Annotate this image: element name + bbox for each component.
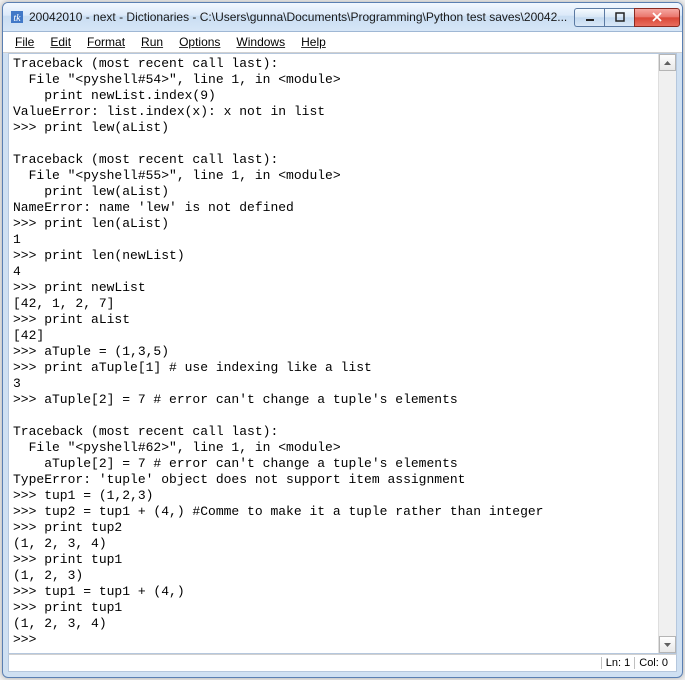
menu-run[interactable]: Run [133, 34, 171, 50]
maximize-button[interactable] [604, 8, 634, 27]
app-icon: tk [9, 9, 25, 25]
menu-format[interactable]: Format [79, 34, 133, 50]
scroll-down-button[interactable] [659, 636, 676, 653]
menu-file[interactable]: File [7, 34, 42, 50]
code-editor[interactable]: Traceback (most recent call last): File … [9, 54, 658, 653]
status-col: Col: 0 [634, 657, 672, 669]
svg-text:tk: tk [13, 13, 21, 24]
editor-frame: Traceback (most recent call last): File … [8, 53, 677, 654]
scroll-up-button[interactable] [659, 54, 676, 71]
menubar: File Edit Format Run Options Windows Hel… [3, 32, 682, 53]
minimize-button[interactable] [574, 8, 604, 27]
scroll-track[interactable] [659, 71, 676, 636]
titlebar[interactable]: tk 20042010 - next - Dictionaries - C:\U… [3, 3, 682, 32]
window-controls [574, 8, 680, 27]
menu-help[interactable]: Help [293, 34, 334, 50]
menu-edit[interactable]: Edit [42, 34, 79, 50]
window-title: 20042010 - next - Dictionaries - C:\User… [29, 10, 574, 24]
menu-options[interactable]: Options [171, 34, 228, 50]
status-line: Ln: 1 [601, 657, 634, 669]
idle-window: tk 20042010 - next - Dictionaries - C:\U… [2, 2, 683, 678]
vertical-scrollbar[interactable] [658, 54, 676, 653]
statusbar: Ln: 1 Col: 0 [8, 654, 677, 672]
close-button[interactable] [634, 8, 680, 27]
menu-windows[interactable]: Windows [228, 34, 293, 50]
